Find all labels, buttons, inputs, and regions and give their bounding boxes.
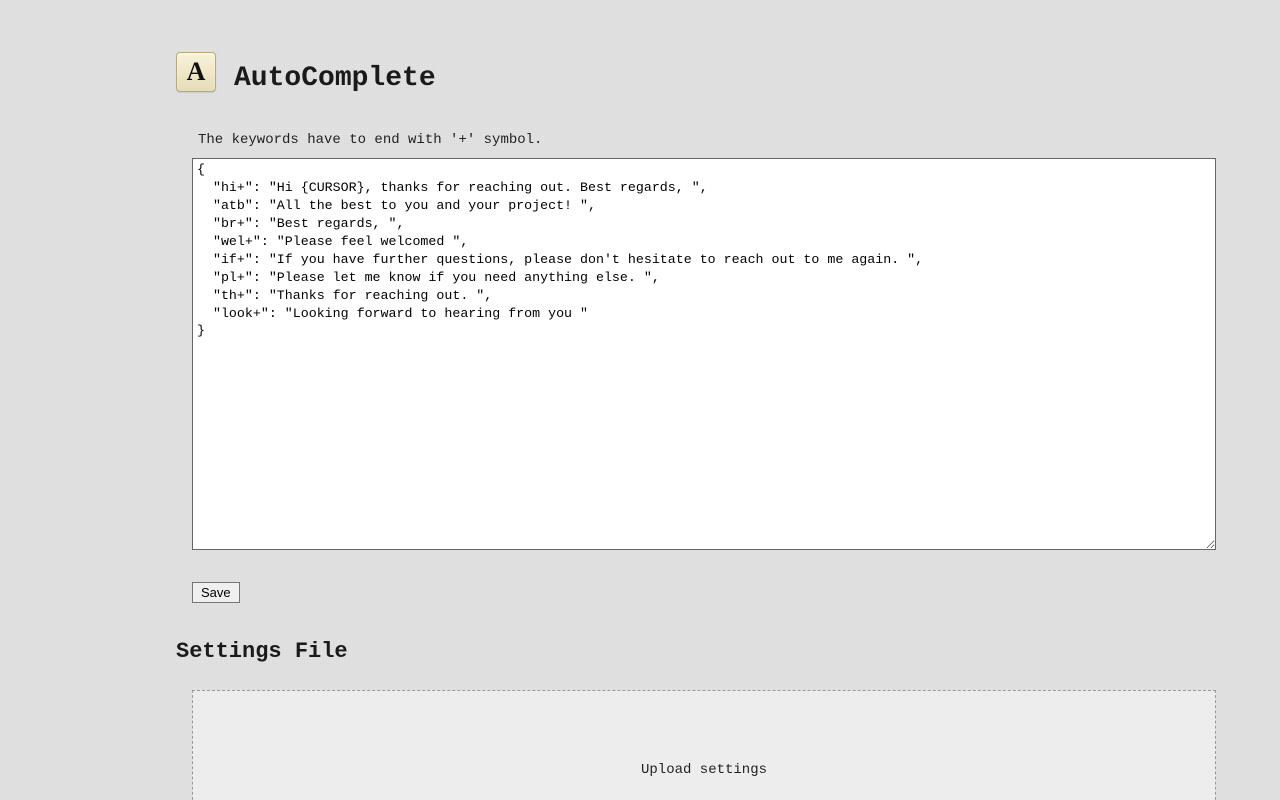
keywords-editor[interactable] (192, 158, 1216, 550)
header: A AutoComplete (176, 52, 1216, 92)
app-logo-icon: A (176, 52, 216, 92)
upload-settings-dropzone[interactable]: Upload settings (192, 690, 1216, 800)
upload-settings-label: Upload settings (641, 762, 767, 778)
instructions-text: The keywords have to end with '+' symbol… (198, 132, 1216, 148)
save-button[interactable]: Save (192, 582, 240, 603)
page-title: AutoComplete (234, 63, 436, 94)
settings-file-heading: Settings File (176, 639, 1216, 664)
